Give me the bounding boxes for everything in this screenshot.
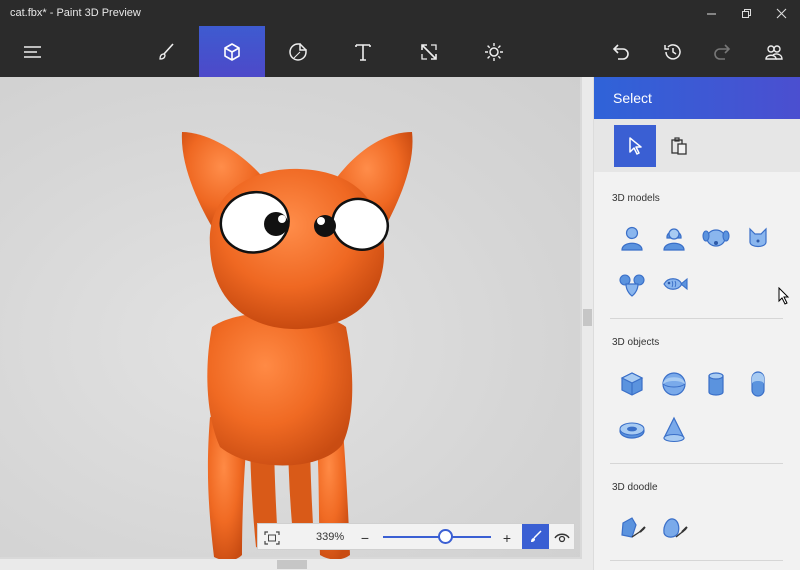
horizontal-scrollbar[interactable] <box>0 559 582 570</box>
stickers-tool-button[interactable] <box>265 26 331 77</box>
mouse-model-icon <box>619 274 645 297</box>
fit-screen-icon <box>264 530 280 545</box>
zoom-slider-thumb[interactable] <box>438 529 454 544</box>
cat-model-button[interactable] <box>742 222 774 254</box>
soft-edge-doodle-button[interactable] <box>658 513 690 545</box>
text-icon <box>355 43 371 61</box>
horizontal-scroll-thumb[interactable] <box>277 560 307 569</box>
mouse-model-button[interactable] <box>616 268 648 300</box>
side-panel: Select 3D models 3D objects 3D doodle <box>593 77 800 570</box>
view-3d-toggle[interactable] <box>549 524 575 551</box>
select-tools-row <box>594 119 800 172</box>
eye-icon <box>554 533 570 542</box>
capsule-object-icon <box>751 371 765 397</box>
text-tool-button[interactable] <box>330 26 396 77</box>
perspective-edit-toggle[interactable] <box>522 524 549 549</box>
section-divider <box>610 560 783 561</box>
sun-icon <box>485 42 503 61</box>
cube-object-button[interactable] <box>616 368 648 400</box>
community-button[interactable] <box>741 26 800 77</box>
torus-object-icon <box>619 422 645 439</box>
dog-model-icon <box>702 229 730 247</box>
woman-model-icon <box>663 228 685 251</box>
pointer-icon <box>629 137 642 155</box>
brush-icon <box>530 529 542 542</box>
effects-tool-button[interactable] <box>461 26 527 77</box>
select-button[interactable] <box>614 125 656 167</box>
restore-icon <box>742 8 751 18</box>
close-icon <box>776 8 787 18</box>
3d-objects-tool-button[interactable] <box>199 26 265 77</box>
cylinder-object-button[interactable] <box>700 368 732 400</box>
soft-edge-doodle-icon <box>663 518 688 538</box>
main-toolbar <box>0 26 800 77</box>
cat-3d-model[interactable] <box>170 127 430 567</box>
redo-icon <box>714 43 731 60</box>
menu-button[interactable] <box>0 26 66 77</box>
woman-model-button[interactable] <box>658 222 690 254</box>
cube-icon <box>224 42 240 61</box>
section-title-3d-models: 3D models <box>612 193 660 204</box>
cylinder-object-icon <box>708 372 724 396</box>
mouse-cursor-icon <box>778 287 790 305</box>
brushes-tool-button[interactable] <box>133 26 199 77</box>
cube-object-icon <box>620 372 644 396</box>
dog-model-button[interactable] <box>700 222 732 254</box>
sharp-edge-doodle-button[interactable] <box>616 513 648 545</box>
section-divider <box>610 463 783 464</box>
vertical-scrollbar[interactable] <box>582 77 593 570</box>
vertical-scroll-thumb[interactable] <box>583 309 592 326</box>
hamburger-icon <box>24 45 41 58</box>
zoom-in-button[interactable]: + <box>498 524 516 551</box>
zoom-bar: 339% − + <box>257 523 575 550</box>
torus-object-button[interactable] <box>616 414 648 446</box>
section-title-3d-objects: 3D objects <box>612 337 660 348</box>
canvas-tool-button[interactable] <box>396 26 462 77</box>
panel-title: Select <box>594 77 800 119</box>
undo-icon <box>612 43 629 60</box>
title-bar: cat.fbx* - Paint 3D Preview <box>0 0 800 26</box>
zoom-out-button[interactable]: − <box>356 524 374 551</box>
canvas-resize-icon <box>421 43 437 60</box>
window-title: cat.fbx* - Paint 3D Preview <box>10 7 141 19</box>
3d-canvas[interactable] <box>0 77 593 570</box>
cat-model-icon <box>749 227 767 248</box>
zoom-percentage: 339% <box>316 531 345 543</box>
history-icon <box>664 43 681 60</box>
section-divider <box>610 318 783 319</box>
section-title-3d-doodle: 3D doodle <box>612 482 658 493</box>
paste-button[interactable] <box>658 125 700 167</box>
capsule-object-button[interactable] <box>742 368 774 400</box>
sharp-edge-doodle-icon <box>621 517 646 538</box>
sphere-object-button[interactable] <box>658 368 690 400</box>
fit-to-screen-button[interactable] <box>258 524 286 551</box>
minimize-button[interactable] <box>694 0 729 26</box>
restore-button[interactable] <box>729 0 764 26</box>
clipboard-icon <box>671 137 687 155</box>
community-icon <box>765 44 783 60</box>
minimize-icon <box>707 13 716 14</box>
fish-model-button[interactable] <box>658 268 690 300</box>
zoom-slider-track[interactable] <box>383 536 491 538</box>
sphere-object-icon <box>662 372 686 396</box>
close-button[interactable] <box>764 0 799 26</box>
cone-object-button[interactable] <box>658 414 690 446</box>
man-model-button[interactable] <box>616 222 648 254</box>
sticker-icon <box>289 42 307 61</box>
man-model-icon <box>621 226 643 251</box>
fish-model-icon <box>663 277 688 291</box>
brush-icon <box>159 42 174 60</box>
cone-object-icon <box>663 416 685 443</box>
